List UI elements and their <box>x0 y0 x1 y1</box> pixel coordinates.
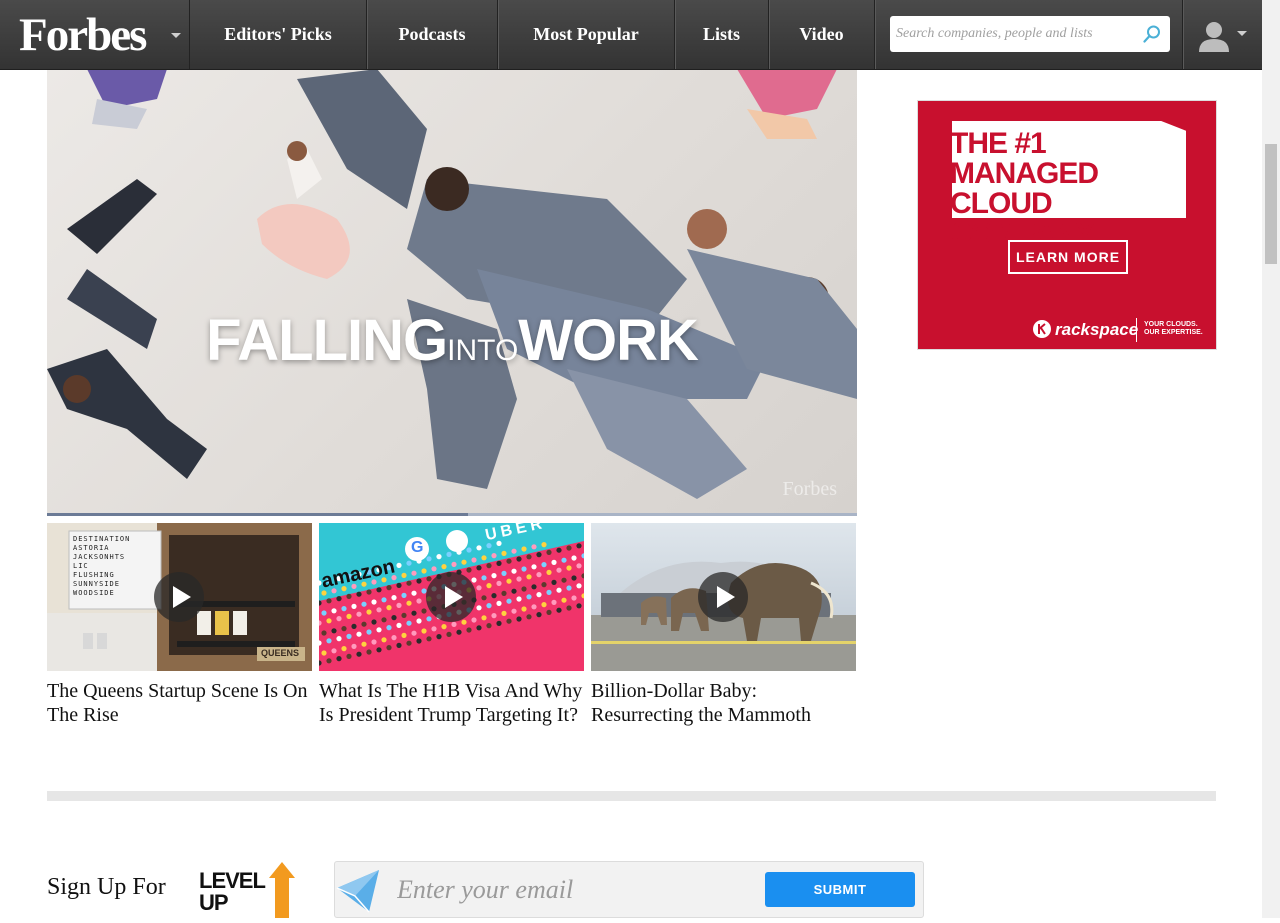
search-icon[interactable] <box>1142 24 1162 44</box>
email-input[interactable] <box>397 870 757 910</box>
video-thumbnail[interactable]: amazon G UBER <box>319 523 584 671</box>
signup-label: Sign Up For <box>47 874 166 900</box>
video-thumbnail[interactable] <box>591 523 856 671</box>
nav-item-podcasts[interactable]: Podcasts <box>367 0 498 69</box>
queens-label: QUEENS <box>261 648 300 658</box>
ad-headline: THE #1 MANAGED CLOUD COMPANY <box>950 127 1099 250</box>
sign-line: FLUSHING <box>73 571 115 579</box>
scrollbar-thumb[interactable] <box>1265 144 1277 264</box>
play-icon[interactable] <box>697 571 749 623</box>
chevron-down-icon[interactable] <box>1237 31 1247 36</box>
user-menu[interactable] <box>1182 0 1263 69</box>
learn-more-button[interactable]: LEARN MORE <box>1008 240 1128 274</box>
top-navigation: Forbes Editors' Picks Podcasts Most Popu… <box>0 0 1262 70</box>
video-card-h1b[interactable]: amazon G UBER What Is The H1B Visa And W… <box>319 523 584 727</box>
falling-person-top-right <box>737 69 837 139</box>
video-progress-fill <box>47 513 469 516</box>
nav-item-video[interactable]: Video <box>769 0 875 69</box>
video-title[interactable]: The Queens Startup Scene Is On The Rise <box>47 679 312 727</box>
hero-title-work: WORK <box>518 308 699 373</box>
sign-line: SUNNYSIDE <box>73 580 120 588</box>
logo-menu[interactable]: Forbes <box>0 0 190 69</box>
user-avatar-icon[interactable] <box>1197 18 1231 52</box>
hero-video[interactable]: FALLINGINTOWORK Forbes <box>47 69 857 513</box>
hero-title: FALLINGINTOWORK <box>47 311 857 381</box>
section-divider <box>47 791 1216 801</box>
video-thumbnail[interactable]: DESTINATION ASTORIA JACKSONHTS LIC FLUSH… <box>47 523 312 671</box>
newsletter-form: SUBMIT <box>334 861 924 918</box>
sign-line: DESTINATION <box>73 535 131 543</box>
rackspace-ad[interactable]: THE #1 MANAGED CLOUD COMPANY LEARN MORE … <box>917 100 1217 350</box>
ad-divider <box>1136 318 1137 342</box>
hero-title-into: INTO <box>447 334 519 367</box>
google-brand: G <box>411 539 424 556</box>
search-box <box>890 16 1170 52</box>
play-icon[interactable] <box>153 571 205 623</box>
nav-item-editors-picks[interactable]: Editors' Picks <box>190 0 367 69</box>
hero-watermark: Forbes <box>782 478 837 500</box>
video-progress-bar[interactable] <box>47 513 857 516</box>
startup-sign: DESTINATION ASTORIA JACKSONHTS LIC FLUSH… <box>73 535 159 598</box>
video-card-mammoth[interactable]: Billion-Dollar Baby: Resurrecting the Ma… <box>591 523 856 727</box>
sign-line: ASTORIA <box>73 544 110 552</box>
level-up-text: LEVEL UP <box>199 868 266 915</box>
video-title[interactable]: What Is The H1B Visa And Why Is Presiden… <box>319 679 584 727</box>
search-input[interactable] <box>896 16 1136 52</box>
ad-brand: rackspace <box>1055 320 1139 339</box>
hero-illustration <box>47 69 857 499</box>
sign-line: JACKSONHTS <box>73 553 126 561</box>
page-scrollbar[interactable] <box>1262 0 1280 918</box>
sign-line: WOODSIDE <box>73 589 115 597</box>
video-title[interactable]: Billion-Dollar Baby: Resurrecting the Ma… <box>591 679 856 727</box>
falling-woman <box>257 141 350 279</box>
video-card-queens[interactable]: DESTINATION ASTORIA JACKSONHTS LIC FLUSH… <box>47 523 312 727</box>
sign-line: LIC <box>73 562 89 570</box>
nav-item-lists[interactable]: Lists <box>675 0 769 69</box>
envelope-icon <box>336 870 379 913</box>
nav-item-most-popular[interactable]: Most Popular <box>498 0 675 69</box>
falling-person-top-left <box>87 69 167 129</box>
chevron-down-icon[interactable] <box>171 33 181 38</box>
forbes-logo[interactable]: Forbes <box>19 6 147 64</box>
submit-button[interactable]: SUBMIT <box>765 872 915 907</box>
hero-title-falling: FALLING <box>206 308 448 373</box>
ad-tagline: YOUR CLOUDS. OUR EXPERTISE. <box>1144 321 1203 336</box>
level-up-logo: LEVEL UP <box>197 832 313 918</box>
play-icon[interactable] <box>425 571 477 623</box>
